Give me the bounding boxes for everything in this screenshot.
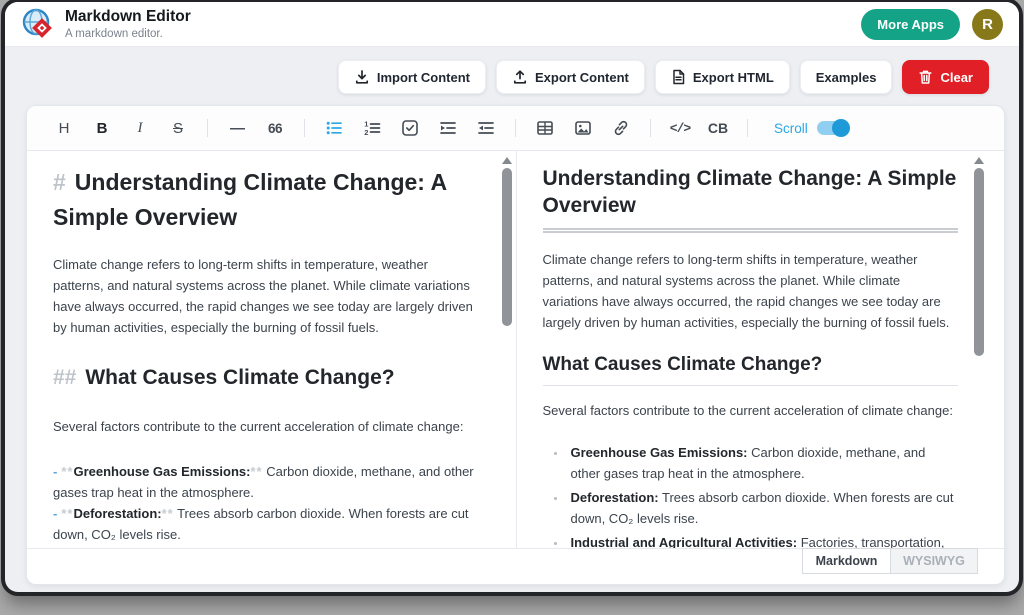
scroll-sync-toggle[interactable] <box>817 121 849 135</box>
image-button[interactable] <box>568 113 598 143</box>
preview-list-item: Industrial and Agricultural Activities: … <box>567 532 959 548</box>
editor-card: H B I S — 66 1 2 <box>26 105 1005 585</box>
clear-label: Clear <box>940 70 973 85</box>
scroll-up-arrow-icon[interactable] <box>974 157 984 164</box>
scroll-sync-label: Scroll <box>774 121 808 136</box>
clear-button[interactable]: Clear <box>902 60 989 94</box>
export-content-button[interactable]: Export Content <box>496 60 645 94</box>
link-button[interactable] <box>606 113 636 143</box>
actions-row: Import Content Export Content Export HTM… <box>5 47 1019 94</box>
import-content-button[interactable]: Import Content <box>338 60 486 94</box>
formatting-toolbar: H B I S — 66 1 2 <box>27 106 1004 151</box>
scroll-up-arrow-icon[interactable] <box>502 157 512 164</box>
bold-button[interactable]: B <box>87 113 117 143</box>
h2-marker: ## <box>53 366 76 389</box>
toolbar-divider <box>650 119 651 137</box>
page-subtitle: A markdown editor. <box>65 28 861 40</box>
preview-heading1: Understanding Climate Change: A Simple O… <box>543 165 959 233</box>
preview-pane[interactable]: Understanding Climate Change: A Simple O… <box>516 151 1005 548</box>
markdown-pane-scrollbar[interactable] <box>502 157 513 326</box>
editor-panes: # Understanding Climate Change: A Simple … <box>27 151 1004 548</box>
scroll-sync-control[interactable]: Scroll <box>774 121 849 136</box>
code-block-button[interactable]: CB <box>703 113 733 143</box>
toolbar-divider <box>304 119 305 137</box>
outdent-icon <box>477 119 495 137</box>
preview-list-item: Greenhouse Gas Emissions: Carbon dioxide… <box>567 442 959 484</box>
md-heading1: #Understanding Climate Change: A Simple … <box>53 165 476 234</box>
app-window: Markdown Editor A markdown editor. More … <box>5 2 1019 592</box>
indent-button[interactable] <box>433 113 463 143</box>
table-button[interactable] <box>530 113 560 143</box>
document-icon <box>671 69 686 85</box>
task-list-icon <box>401 119 419 137</box>
more-apps-button[interactable]: More Apps <box>861 9 960 40</box>
user-avatar[interactable]: R <box>972 9 1003 40</box>
toolbar-divider <box>207 119 208 137</box>
page-title: Markdown Editor <box>65 8 861 27</box>
editor-footer: Markdown WYSIWYG <box>27 548 1004 584</box>
md-list-item: -**Deforestation:** Trees absorb carbon … <box>53 503 476 545</box>
export-html-button[interactable]: Export HTML <box>655 60 790 94</box>
blockquote-button[interactable]: 66 <box>260 113 290 143</box>
preview-heading2: What Causes Climate Change? <box>543 353 959 387</box>
md-paragraph: Several factors contribute to the curren… <box>53 416 476 437</box>
upload-icon <box>512 69 528 85</box>
mode-tabs: Markdown WYSIWYG <box>802 548 978 574</box>
md-paragraph: Climate change refers to long-term shift… <box>53 254 476 338</box>
toggle-knob <box>832 119 850 137</box>
import-content-label: Import Content <box>377 70 470 85</box>
bullet-list-icon <box>325 119 343 137</box>
image-icon <box>574 119 592 137</box>
indent-icon <box>439 119 457 137</box>
ordered-list-button[interactable]: 1 2 <box>357 113 387 143</box>
export-html-label: Export HTML <box>693 70 774 85</box>
md-list-item: -**Greenhouse Gas Emissions:** Carbon di… <box>53 461 476 503</box>
app-logo-icon <box>21 7 55 41</box>
ordered-list-icon: 1 2 <box>363 119 381 137</box>
export-content-label: Export Content <box>535 70 629 85</box>
examples-label: Examples <box>816 70 877 85</box>
download-icon <box>354 69 370 85</box>
preview-list-item: Deforestation: Trees absorb carbon dioxi… <box>567 487 959 529</box>
scrollbar-thumb[interactable] <box>974 168 984 356</box>
heading-button[interactable]: H <box>49 113 79 143</box>
markdown-source-pane[interactable]: #Understanding Climate Change: A Simple … <box>27 151 516 548</box>
preview-list: Greenhouse Gas Emissions: Carbon dioxide… <box>567 442 959 548</box>
bullet-list-button[interactable] <box>319 113 349 143</box>
inline-code-button[interactable]: </> <box>665 113 695 143</box>
examples-button[interactable]: Examples <box>800 60 893 94</box>
table-icon <box>536 119 554 137</box>
link-icon <box>612 119 630 137</box>
scrollbar-thumb[interactable] <box>502 168 512 326</box>
app-header: Markdown Editor A markdown editor. More … <box>5 2 1019 47</box>
toolbar-divider <box>515 119 516 137</box>
toolbar-divider <box>747 119 748 137</box>
trash-icon <box>918 69 933 85</box>
svg-text:2: 2 <box>364 128 368 137</box>
italic-button[interactable]: I <box>125 113 155 143</box>
preview-pane-scrollbar[interactable] <box>973 157 984 356</box>
horizontal-rule-button[interactable]: — <box>222 113 252 143</box>
md-list: -**Greenhouse Gas Emissions:** Carbon di… <box>53 461 476 548</box>
outdent-button[interactable] <box>471 113 501 143</box>
preview-paragraph: Climate change refers to long-term shift… <box>543 249 959 333</box>
strikethrough-button[interactable]: S <box>163 113 193 143</box>
preview-paragraph: Several factors contribute to the curren… <box>543 400 959 421</box>
tab-wysiwyg[interactable]: WYSIWYG <box>890 548 978 574</box>
md-heading2: ##What Causes Climate Change? <box>53 362 476 394</box>
task-list-button[interactable] <box>395 113 425 143</box>
h1-marker: # <box>53 169 66 195</box>
tab-markdown[interactable]: Markdown <box>802 548 890 574</box>
